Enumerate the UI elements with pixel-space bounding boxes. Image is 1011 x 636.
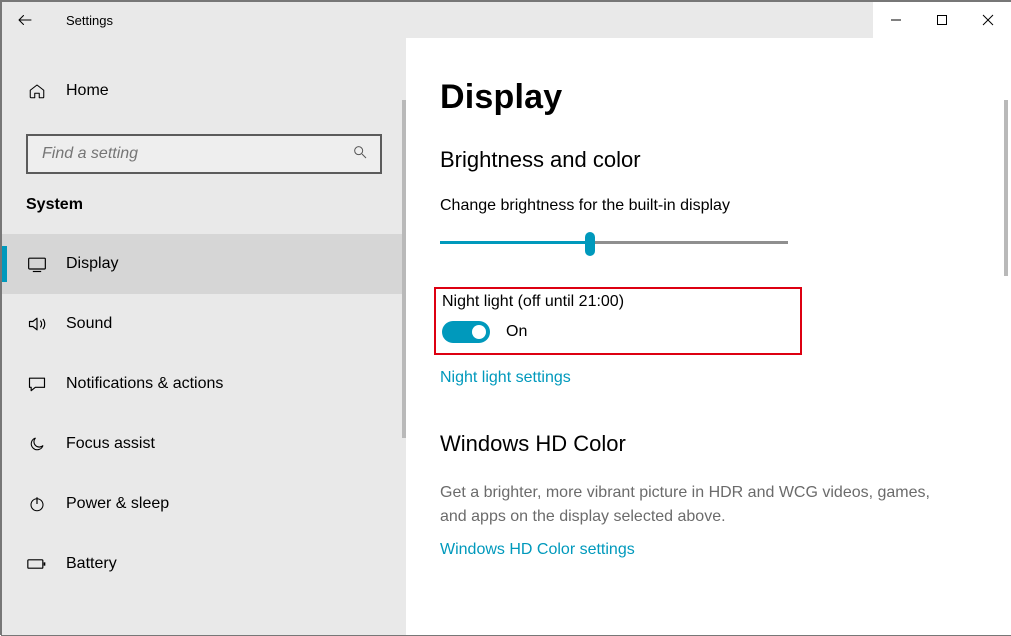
battery-icon [26, 557, 48, 571]
hd-description: Get a brighter, more vibrant picture in … [440, 481, 960, 529]
slider-thumb[interactable] [585, 232, 595, 256]
search-field[interactable] [26, 134, 382, 174]
display-icon [26, 255, 48, 273]
content-scrollbar[interactable] [1004, 100, 1008, 276]
night-light-settings-link[interactable]: Night light settings [440, 369, 1011, 387]
nav-item-battery[interactable]: Battery [2, 534, 406, 594]
nav-item-notifications[interactable]: Notifications & actions [2, 354, 406, 414]
night-light-label: Night light (off until 21:00) [442, 293, 794, 311]
power-icon [26, 495, 48, 513]
nav-item-power[interactable]: Power & sleep [2, 474, 406, 534]
home-icon [26, 82, 48, 100]
minimize-button[interactable] [873, 2, 919, 38]
home-nav[interactable]: Home [2, 68, 406, 114]
night-light-state: On [506, 323, 527, 341]
nav-item-display[interactable]: Display [2, 234, 406, 294]
night-light-highlight: Night light (off until 21:00) On [434, 287, 802, 355]
titlebar: Settings [2, 2, 1011, 38]
content-pane: Display Brightness and color Change brig… [406, 38, 1011, 635]
brightness-slider[interactable] [440, 229, 788, 257]
search-input[interactable] [40, 144, 352, 164]
window-title: Settings [48, 13, 113, 28]
page-title: Display [440, 78, 1011, 117]
category-title: System [2, 174, 406, 220]
nav-list: Display Sound Notifications & actions Fo… [2, 220, 406, 594]
nav-item-label: Focus assist [66, 435, 155, 453]
close-icon [982, 14, 994, 26]
moon-icon [26, 435, 48, 453]
nav-item-label: Sound [66, 315, 112, 333]
sidebar: Home System Display Sound [2, 38, 406, 635]
toggle-knob [472, 325, 486, 339]
nav-item-focus-assist[interactable]: Focus assist [2, 414, 406, 474]
arrow-left-icon [16, 11, 34, 29]
nav-item-label: Battery [66, 555, 117, 573]
brightness-section-title: Brightness and color [440, 147, 1011, 173]
hd-color-settings-link[interactable]: Windows HD Color settings [440, 541, 1011, 559]
sound-icon [26, 315, 48, 333]
speech-bubble-icon [26, 375, 48, 393]
nav-item-sound[interactable]: Sound [2, 294, 406, 354]
close-button[interactable] [965, 2, 1011, 38]
search-icon [352, 144, 368, 165]
minimize-icon [890, 14, 902, 26]
night-light-toggle[interactable] [442, 321, 490, 343]
nav-item-label: Display [66, 255, 118, 273]
hd-section-title: Windows HD Color [440, 431, 1011, 457]
brightness-label: Change brightness for the built-in displ… [440, 197, 1011, 215]
maximize-icon [936, 14, 948, 26]
home-label: Home [66, 82, 109, 100]
nav-item-label: Power & sleep [66, 495, 169, 513]
maximize-button[interactable] [919, 2, 965, 38]
back-button[interactable] [2, 2, 48, 38]
nav-item-label: Notifications & actions [66, 375, 223, 393]
